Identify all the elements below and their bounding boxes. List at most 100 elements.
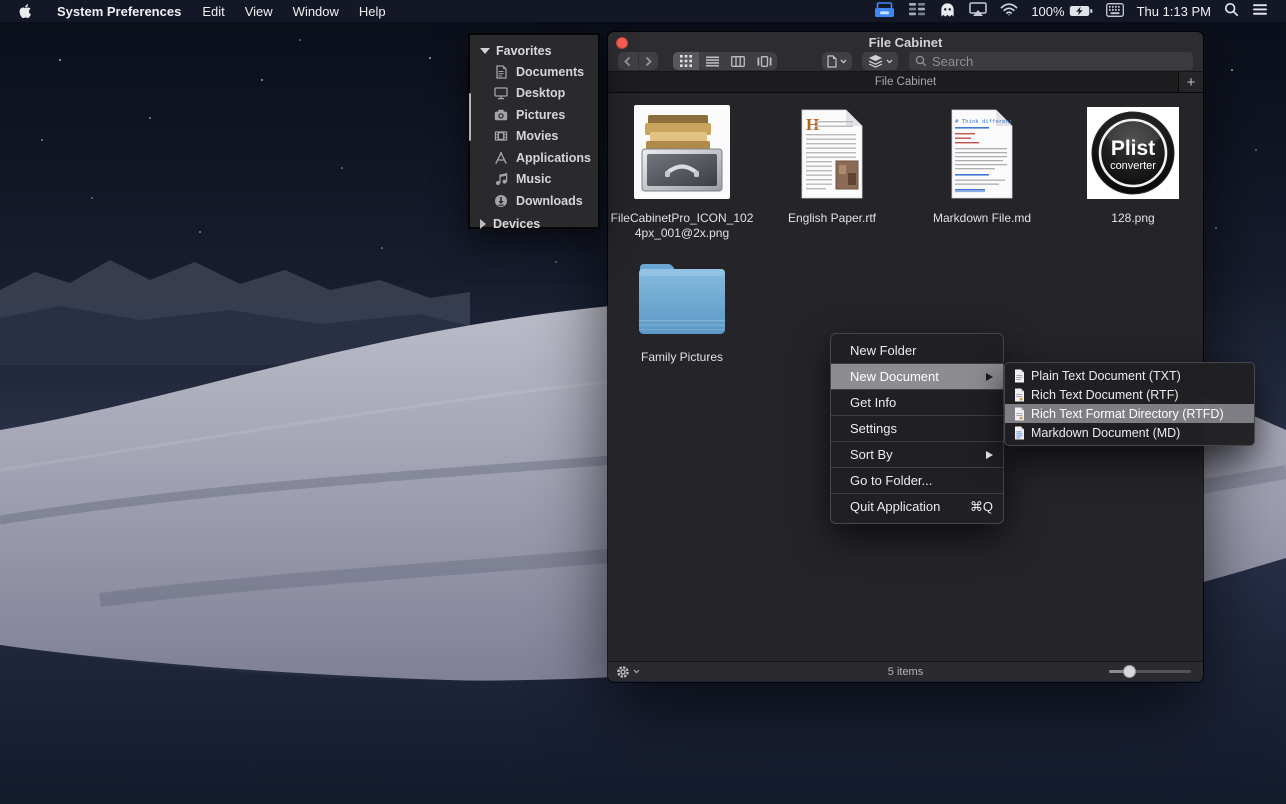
search-icon (915, 55, 927, 67)
battery-status[interactable]: 100% (1031, 4, 1092, 19)
document-icon (496, 65, 507, 79)
file-name: Markdown File.md (932, 211, 1032, 225)
column-view-icon (731, 55, 745, 67)
submenu-item-label: Rich Text Format Directory (RTFD) (1031, 406, 1224, 421)
list-view-button[interactable] (699, 52, 725, 70)
submenu-item-label: Rich Text Document (RTF) (1031, 387, 1179, 402)
chevron-left-icon (624, 56, 631, 66)
gallery-view-button[interactable] (751, 52, 777, 70)
keyboard-icon[interactable] (1105, 2, 1124, 20)
window-title: File Cabinet (868, 35, 943, 50)
md-page-icon (1015, 426, 1024, 439)
sidebar-item-applications[interactable]: Applications (470, 147, 598, 169)
file-tile[interactable]: FileCabinetPro_ICON_1024px_001@2x.png (608, 103, 756, 240)
wifi-icon[interactable] (1000, 3, 1018, 19)
tags-dropdown-button[interactable] (862, 52, 898, 70)
chevron-down-icon (840, 59, 847, 64)
favorites-section-header[interactable]: Favorites (470, 41, 598, 61)
film-icon (494, 131, 508, 141)
submenu-item-markdown[interactable]: Markdown Document (MD) (1005, 423, 1254, 442)
devices-section-header[interactable]: Devices (470, 214, 598, 234)
svg-text:Plist: Plist (1111, 137, 1155, 160)
menu-item-new-document[interactable]: New Document (831, 364, 1003, 389)
chevron-right-icon (645, 56, 652, 66)
favorites-panel: Favorites Documents Desktop Pictures Mov… (468, 33, 600, 231)
submenu-item-plain-text[interactable]: Plain Text Document (TXT) (1005, 366, 1254, 385)
sidebar-item-music[interactable]: Music (470, 169, 598, 191)
submenu-item-label: Plain Text Document (TXT) (1031, 368, 1181, 383)
disclosure-right-icon (480, 218, 486, 229)
sidebar-item-label: Documents (516, 64, 585, 79)
add-tab-button[interactable]: + (1178, 72, 1203, 92)
folder-tile[interactable]: Family Pictures (608, 256, 756, 365)
submenu-item-label: Markdown Document (MD) (1031, 425, 1181, 440)
menu-item-settings[interactable]: Settings (831, 416, 1003, 441)
forward-button[interactable] (637, 52, 659, 70)
menubar-item-edit[interactable]: Edit (192, 4, 234, 19)
menu-item-shortcut: ⌘Q (969, 498, 993, 514)
list-view-icon (705, 56, 719, 66)
menu-item-label: Go to Folder... (850, 473, 933, 488)
airplay-icon[interactable] (969, 2, 988, 20)
new-document-dropdown-button[interactable] (822, 52, 852, 70)
ghost-icon[interactable] (939, 2, 956, 21)
submenu-arrow-icon (986, 450, 993, 459)
sidebar-item-label: Pictures (516, 107, 566, 122)
sidebar-item-label: Applications (516, 150, 592, 165)
title-bar[interactable]: File Cabinet (608, 32, 1203, 72)
sidebar-item-desktop[interactable]: Desktop (470, 83, 598, 105)
context-menu: New Folder New Document Get Info Setting… (830, 333, 1004, 524)
tab-bar: File Cabinet + (608, 72, 1203, 93)
file-tile[interactable]: Plist converter 128.png (1059, 103, 1203, 226)
camera-icon (494, 109, 508, 120)
desktop-icon (494, 87, 508, 100)
sidebar-item-movies[interactable]: Movies (470, 126, 598, 148)
submenu-item-rich-text-directory[interactable]: Rich Text Format Directory (RTFD) (1005, 404, 1254, 423)
menu-item-label: Get Info (850, 395, 897, 410)
icon-size-slider[interactable] (1109, 665, 1191, 679)
blue-folder-icon (639, 264, 725, 334)
layers-icon (868, 54, 882, 68)
menubar-item-window[interactable]: Window (283, 4, 349, 19)
menu-item-new-folder[interactable]: New Folder (831, 338, 1003, 363)
menu-item-sort-by[interactable]: Sort By (831, 442, 1003, 467)
rtf-document-icon: H (801, 109, 863, 199)
file-name: 128.png (1111, 211, 1155, 225)
favorites-section-label: Favorites (496, 44, 552, 58)
file-name: Family Pictures (640, 350, 723, 364)
download-circle-icon (495, 194, 507, 207)
menubar-item-view[interactable]: View (235, 4, 283, 19)
spotlight-icon[interactable] (1224, 2, 1239, 20)
icon-view-button[interactable] (673, 52, 699, 70)
menu-item-label: Sort By (850, 447, 893, 462)
navigation-buttons (618, 52, 658, 70)
slider-knob[interactable] (1123, 665, 1136, 678)
apple-menu[interactable] (0, 3, 46, 19)
column-view-button[interactable] (725, 52, 751, 70)
slider-track[interactable] (1109, 665, 1191, 678)
tab-file-cabinet[interactable]: File Cabinet (608, 76, 1203, 88)
sidebar-item-pictures[interactable]: Pictures (470, 104, 598, 126)
panel-scroll-indicator[interactable] (469, 93, 471, 141)
menubar-clock[interactable]: Thu 1:13 PM (1137, 4, 1211, 19)
file-tile[interactable]: H English Paper.rtf (758, 103, 906, 226)
menu-item-go-to-folder[interactable]: Go to Folder... (831, 468, 1003, 493)
search-input[interactable] (932, 53, 1187, 69)
grid-view-icon (680, 55, 692, 67)
submenu-item-rich-text[interactable]: Rich Text Document (RTF) (1005, 385, 1254, 404)
battery-percent-label: 100% (1031, 3, 1065, 19)
menu-item-quit-application[interactable]: Quit Application ⌘Q (831, 494, 1003, 519)
menubar-item-help[interactable]: Help (349, 4, 396, 19)
notification-list-icon[interactable] (1252, 3, 1268, 19)
file-cabinet-icon[interactable] (874, 1, 895, 21)
back-button[interactable] (618, 52, 638, 70)
menu-item-get-info[interactable]: Get Info (831, 390, 1003, 415)
sidebar-item-documents[interactable]: Documents (470, 61, 598, 83)
sidebar-item-label: Downloads (516, 193, 583, 208)
file-tile[interactable]: # Think different Markdown File.md (908, 103, 1056, 226)
svg-text:# Think different: # Think different (955, 119, 1012, 125)
sidebar-item-downloads[interactable]: Downloads (470, 190, 598, 212)
new-document-submenu: Plain Text Document (TXT) Rich Text Docu… (1004, 362, 1255, 446)
stacks-icon[interactable] (908, 2, 926, 20)
menubar-app-name[interactable]: System Preferences (46, 4, 192, 19)
